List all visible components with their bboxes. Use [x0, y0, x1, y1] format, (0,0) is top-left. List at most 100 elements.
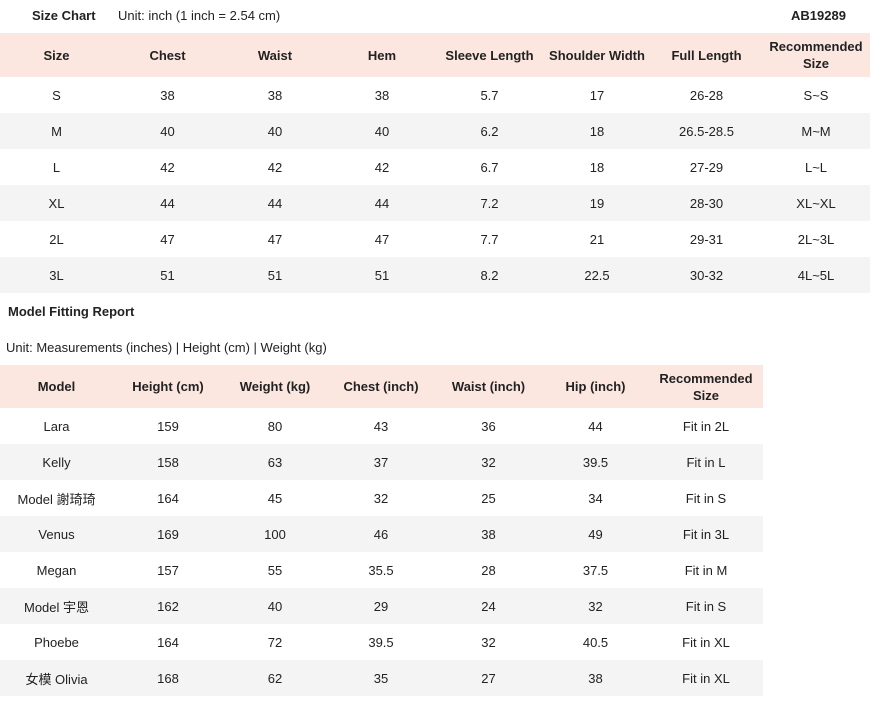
column-header: Hem — [367, 47, 397, 63]
size-chart-title: Size Chart — [32, 8, 96, 23]
table-cell: Kelly — [42, 454, 71, 470]
column-header: Waist (inch) — [451, 379, 526, 394]
table-cell: 25 — [481, 490, 496, 506]
table-cell: 44 — [160, 195, 175, 211]
table-row: Lara 159 80 43 36 44 Fit in 2L — [0, 408, 763, 444]
table-row: 2L 47 47 47 7.7 21 29-31 2L~3L — [0, 221, 870, 257]
column-header: Full Length — [671, 47, 742, 63]
table-cell: 22.5 — [584, 267, 610, 283]
column-header: Waist — [257, 47, 293, 63]
table-cell: 35.5 — [368, 562, 394, 578]
column-header: Recommended Size — [659, 370, 753, 403]
table-cell: 164 — [157, 634, 179, 650]
table-cell: M — [51, 123, 62, 139]
table-cell: Fit in S — [685, 598, 727, 614]
table-cell: 29-31 — [689, 231, 724, 247]
table-cell: 38 — [588, 670, 603, 686]
table-cell: 7.2 — [480, 195, 499, 211]
table-cell: 100 — [264, 526, 286, 542]
column-header: Chest — [149, 47, 186, 63]
table-cell: 44 — [267, 195, 283, 211]
table-cell: Lara — [43, 418, 70, 434]
table-cell: 18 — [589, 159, 605, 175]
column-header: Recommended Size — [769, 39, 863, 71]
table-cell: Fit in XL — [682, 634, 730, 650]
table-cell: L — [52, 159, 61, 175]
table-cell: 7.7 — [480, 231, 499, 247]
size-chart-header: Size Chart Unit: inch (1 inch = 2.54 cm)… — [0, 0, 876, 32]
table-cell: 44 — [588, 418, 603, 434]
table-cell: 2L — [49, 231, 64, 247]
table-row: Megan 157 55 35.5 28 37.5 Fit in M — [0, 552, 763, 588]
table-cell: 47 — [267, 231, 283, 247]
column-header: Sleeve Length — [445, 47, 534, 63]
table-cell: 8.2 — [480, 267, 499, 283]
table-cell: 6.7 — [480, 159, 499, 175]
table-cell: Fit in S — [685, 490, 727, 506]
column-header: Weight (kg) — [239, 379, 311, 394]
table-cell: 157 — [157, 562, 179, 578]
table-cell: 40 — [267, 598, 283, 614]
table-cell: 158 — [157, 454, 179, 470]
table-cell: 80 — [267, 418, 283, 434]
table-cell: 168 — [157, 670, 179, 686]
table-cell: L~L — [804, 159, 828, 175]
table-cell: 26.5-28.5 — [679, 123, 734, 139]
table-cell: 40.5 — [582, 634, 609, 650]
table-cell: 4L~5L — [797, 267, 835, 283]
table-cell: 32 — [481, 634, 496, 650]
table-cell: 27 — [481, 670, 496, 686]
table-cell: Fit in 2L — [682, 418, 730, 434]
table-cell: 51 — [374, 267, 390, 283]
table-cell: Model 謝琦琦 — [17, 491, 96, 507]
table-row: Venus 169 100 46 38 49 Fit in 3L — [0, 516, 763, 552]
table-cell: 40 — [267, 123, 283, 139]
table-cell: 62 — [267, 670, 283, 686]
table-cell: 24 — [481, 598, 496, 614]
table-cell: 35 — [373, 670, 389, 686]
table-cell: 51 — [267, 267, 283, 283]
table-cell: 42 — [160, 159, 175, 175]
size-chart-table: Size Chest Waist Hem Sleeve Length Shoul… — [0, 33, 870, 293]
table-cell: 164 — [157, 490, 179, 506]
table-cell: 37 — [373, 454, 389, 470]
table-cell: Fit in M — [684, 562, 728, 578]
table-cell: 32 — [373, 490, 389, 506]
table-cell: 39.5 — [582, 454, 609, 470]
column-header: Hip (inch) — [565, 379, 626, 394]
table-cell: 27-29 — [689, 159, 724, 175]
table-cell: 26-28 — [689, 87, 724, 103]
table-cell: 38 — [160, 87, 175, 103]
table-cell: 28 — [481, 562, 496, 578]
table-cell: 19 — [589, 195, 605, 211]
table-cell: 42 — [374, 159, 390, 175]
table-cell: 47 — [160, 231, 175, 247]
table-cell: 47 — [374, 231, 390, 247]
product-code: AB19289 — [791, 8, 846, 23]
table-cell: 46 — [373, 526, 389, 542]
table-cell: Phoebe — [34, 634, 79, 650]
table-cell: 55 — [267, 562, 283, 578]
column-header: Model — [37, 379, 76, 394]
table-cell: 43 — [373, 418, 389, 434]
table-cell: 45 — [267, 490, 283, 506]
table-cell: 44 — [374, 195, 390, 211]
table-row: Model 宇恩 162 40 29 24 32 Fit in S — [0, 588, 763, 624]
table-row: M 40 40 40 6.2 18 26.5-28.5 M~M — [0, 113, 870, 149]
size-chart-unit-note: Unit: inch (1 inch = 2.54 cm) — [118, 8, 281, 23]
table-cell: 34 — [588, 490, 603, 506]
table-row: XL 44 44 44 7.2 19 28-30 XL~XL — [0, 185, 870, 221]
table-cell: 38 — [267, 87, 283, 103]
table-cell: Venus — [38, 526, 75, 542]
table-cell: 32 — [588, 598, 603, 614]
table-cell: 162 — [157, 598, 179, 614]
table-cell: 3L — [49, 267, 64, 283]
table-cell: 72 — [267, 634, 283, 650]
table-cell: 36 — [481, 418, 496, 434]
table-row: S 38 38 38 5.7 17 26-28 S~S — [0, 77, 870, 113]
column-header: Shoulder Width — [549, 47, 645, 63]
column-header: Chest (inch) — [343, 379, 419, 394]
table-cell: 42 — [267, 159, 283, 175]
table-cell: 28-30 — [689, 195, 724, 211]
model-fitting-table: Model Height (cm) Weight (kg) Chest (inc… — [0, 365, 763, 696]
